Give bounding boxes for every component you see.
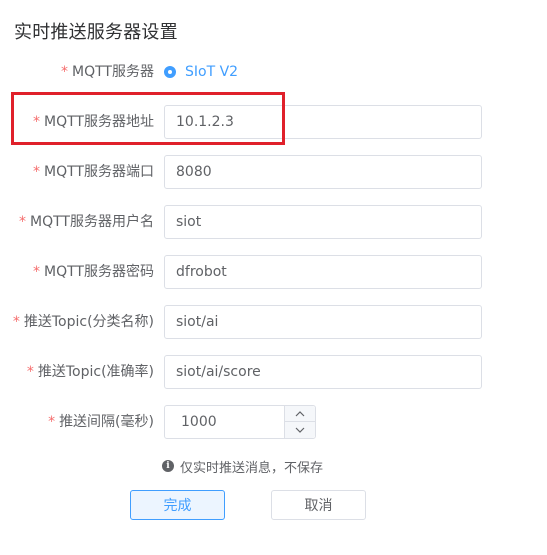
form-row-port: * MQTT服务器端口 8080 bbox=[0, 155, 547, 189]
password-input[interactable]: dfrobot bbox=[164, 255, 482, 289]
required-mark: * bbox=[33, 164, 41, 180]
required-mark: * bbox=[26, 364, 34, 380]
interval-label-text: 推送间隔(毫秒) bbox=[59, 414, 154, 430]
password-label-text: MQTT服务器密码 bbox=[44, 264, 154, 280]
highlight-box bbox=[11, 92, 285, 145]
topic-accuracy-label: * 推送Topic(准确率) bbox=[27, 355, 154, 389]
chevron-down-icon bbox=[295, 427, 305, 433]
form-row-username: * MQTT服务器用户名 siot bbox=[0, 205, 547, 239]
required-mark: * bbox=[12, 314, 20, 330]
required-mark: * bbox=[19, 214, 27, 230]
port-input[interactable]: 8080 bbox=[164, 155, 482, 189]
interval-number-input[interactable]: 1000 bbox=[164, 405, 316, 439]
port-label: * MQTT服务器端口 bbox=[33, 155, 154, 189]
topic-accuracy-input-value: siot/ai/score bbox=[176, 364, 261, 380]
form-row-password: * MQTT服务器密码 dfrobot bbox=[0, 255, 547, 289]
topic-category-input-value: siot/ai bbox=[176, 314, 219, 330]
interval-stepper bbox=[284, 406, 315, 438]
topic-accuracy-input[interactable]: siot/ai/score bbox=[164, 355, 482, 389]
decrease-button[interactable] bbox=[285, 422, 315, 438]
interval-label: * 推送间隔(毫秒) bbox=[48, 405, 154, 439]
port-label-text: MQTT服务器端口 bbox=[44, 164, 154, 180]
topic-category-input[interactable]: siot/ai bbox=[164, 305, 482, 339]
server-radio[interactable]: SIoT V2 bbox=[164, 55, 238, 89]
topic-category-label-text: 推送Topic(分类名称) bbox=[23, 314, 154, 330]
username-label: * MQTT服务器用户名 bbox=[19, 205, 154, 239]
form-row-topic-accuracy: * 推送Topic(准确率) siot/ai/score bbox=[0, 355, 547, 389]
server-label: * MQTT服务器 bbox=[61, 55, 154, 89]
info-note: i 仅实时推送消息，不保存 bbox=[162, 456, 323, 476]
required-mark: * bbox=[61, 64, 69, 80]
required-mark: * bbox=[48, 414, 56, 430]
password-input-value: dfrobot bbox=[176, 264, 227, 280]
username-input[interactable]: siot bbox=[164, 205, 482, 239]
form-row-topic-category: * 推送Topic(分类名称) siot/ai bbox=[0, 305, 547, 339]
increase-button[interactable] bbox=[285, 406, 315, 422]
confirm-button[interactable]: 完成 bbox=[130, 490, 225, 520]
topic-category-label: * 推送Topic(分类名称) bbox=[13, 305, 154, 339]
dialog-title: 实时推送服务器设置 bbox=[14, 22, 178, 43]
username-label-text: MQTT服务器用户名 bbox=[30, 214, 154, 230]
info-note-text: 仅实时推送消息，不保存 bbox=[180, 460, 324, 476]
topic-accuracy-label-text: 推送Topic(准确率) bbox=[37, 364, 154, 380]
radio-selected-icon bbox=[164, 66, 176, 78]
info-icon: i bbox=[162, 460, 174, 472]
server-label-text: MQTT服务器 bbox=[72, 64, 154, 80]
chevron-up-icon bbox=[295, 410, 305, 416]
required-mark: * bbox=[33, 264, 41, 280]
interval-value: 1000 bbox=[181, 414, 217, 430]
cancel-button[interactable]: 取消 bbox=[271, 490, 366, 520]
port-input-value: 8080 bbox=[176, 164, 212, 180]
username-input-value: siot bbox=[176, 214, 202, 230]
server-radio-label: SIoT V2 bbox=[185, 64, 239, 80]
password-label: * MQTT服务器密码 bbox=[33, 255, 154, 289]
form-row-server: * MQTT服务器 SIoT V2 bbox=[0, 55, 547, 89]
form-row-interval: * 推送间隔(毫秒) 1000 bbox=[0, 405, 547, 439]
